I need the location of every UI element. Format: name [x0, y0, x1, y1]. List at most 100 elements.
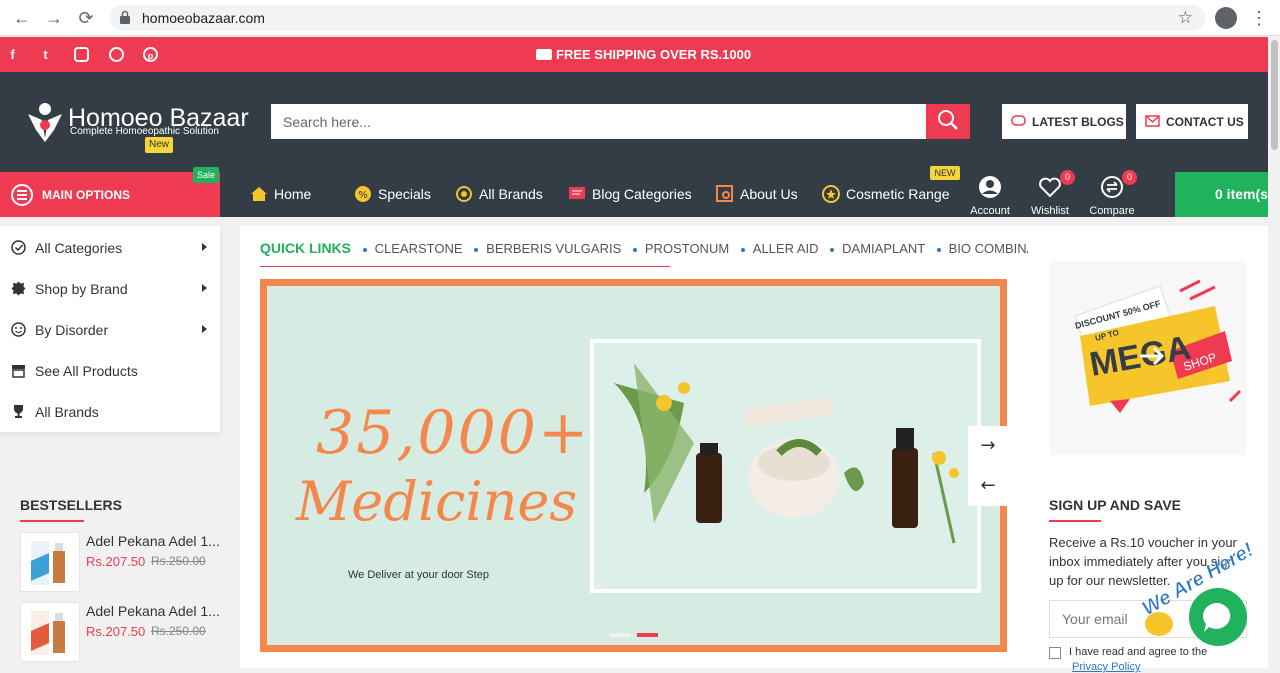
quick-link[interactable]: DAMIAPLANT [842, 241, 925, 256]
search-input[interactable] [271, 104, 926, 139]
dropdown-all-brands[interactable]: All Brands [0, 390, 220, 431]
slider-dot[interactable] [610, 633, 631, 637]
back-arrow-icon[interactable]: ← [12, 8, 32, 28]
dropdown-shop-by-brand[interactable]: Shop by Brand [0, 267, 220, 308]
store-icon [12, 365, 25, 378]
main-options-label: MAIN OPTIONS [42, 188, 131, 202]
blog-icon [569, 187, 585, 199]
quick-link[interactable]: BERBERIS VULGARIS [486, 241, 621, 256]
browser-menu-icon[interactable]: ⋮ [1250, 7, 1268, 29]
slider-prev-button[interactable]: ← [968, 466, 1008, 506]
banner-headline-number: 35,000+ [316, 398, 591, 468]
quick-link[interactable]: CLEARSTONE [375, 241, 463, 256]
mega-shop-promo[interactable]: DISCOUNT 50% OFF UP TO MEGA SHOP [1050, 261, 1246, 455]
cart-button[interactable]: 0 item(s) [1175, 172, 1280, 217]
nav-about-us-label: About Us [740, 186, 798, 202]
account-link[interactable]: Account [960, 175, 1020, 217]
chevron-right-icon [202, 325, 207, 333]
nav-about-us[interactable]: About Us [716, 185, 798, 203]
chevron-right-icon [202, 243, 207, 251]
product-name[interactable]: Adel Pekana Adel 1... [86, 603, 220, 619]
nav-specials[interactable]: % Specials [354, 185, 431, 203]
search-button[interactable] [926, 104, 970, 139]
quick-links-underline [260, 266, 670, 267]
bullet-dot [632, 247, 637, 252]
product-thumbnail[interactable] [20, 532, 80, 592]
herbs-illustration [614, 363, 959, 544]
svg-text:%: % [358, 190, 368, 201]
product-thumbnail[interactable] [20, 602, 80, 662]
check-circle-icon [11, 240, 26, 255]
dropdown-label: Shop by Brand [35, 281, 128, 297]
pinterest-icon[interactable]: p [143, 47, 158, 62]
section-underline [20, 520, 84, 522]
nav-cosmetic-range-label: Cosmetic Range [846, 186, 950, 202]
twitter-icon[interactable]: t [38, 47, 53, 62]
agree-text: I have read and agree to the [1069, 646, 1208, 658]
signup-title: SIGN UP AND SAVE [1049, 497, 1181, 513]
main-options-toggle[interactable]: MAIN OPTIONS [0, 172, 220, 217]
slider-next-button[interactable]: → [968, 426, 1008, 466]
nav-blog-categories-label: Blog Categories [592, 186, 692, 202]
compare-label: Compare [1089, 205, 1135, 217]
latest-blogs-button[interactable]: LATEST BLOGS [1002, 104, 1126, 139]
compare-icon [1101, 176, 1123, 198]
logo-subtitle: Complete Homoeopathic Solution [70, 126, 219, 137]
nav-all-brands[interactable]: All Brands [455, 185, 543, 203]
star-badge-icon [822, 185, 840, 203]
quick-link[interactable]: PROSTONUM [645, 241, 729, 256]
heart-icon [1039, 177, 1061, 198]
slider-dot-active[interactable] [637, 633, 658, 637]
nav-all-brands-label: All Brands [479, 186, 543, 202]
contact-us-button[interactable]: CONTACT US [1136, 104, 1248, 139]
chat-bubble-icon [1011, 115, 1026, 126]
new-badge: New [145, 137, 173, 153]
nav-cosmetic-range[interactable]: Cosmetic Range [822, 185, 950, 203]
dropdown-label: By Disorder [35, 322, 109, 338]
logo-icon[interactable] [24, 100, 66, 142]
chat-widget-button[interactable] [1189, 588, 1247, 646]
whatsapp-icon[interactable] [109, 47, 124, 62]
quick-link[interactable]: ALLER AID [753, 241, 819, 256]
nav-home-label: Home [274, 186, 312, 202]
privacy-policy-link[interactable]: Privacy Policy [1072, 661, 1140, 673]
privacy-agree-checkbox[interactable] [1049, 647, 1061, 659]
search-icon [938, 110, 958, 130]
bullet-dot [830, 247, 835, 252]
product-old-price: Rs.250.00 [151, 624, 206, 638]
nav-blog-categories[interactable]: Blog Categories [568, 185, 692, 203]
compare-count-badge: 0 [1122, 170, 1137, 185]
profile-icon[interactable] [1215, 7, 1237, 29]
dropdown-by-disorder[interactable]: By Disorder [0, 308, 220, 349]
main-options-dropdown: All Categories Shop by Brand By Disorder… [0, 226, 220, 432]
percent-badge-icon: % [355, 186, 371, 202]
dropdown-all-categories[interactable]: All Categories [0, 226, 220, 267]
latest-blogs-label: LATEST BLOGS [1032, 114, 1124, 129]
product-price: Rs.207.50 [86, 554, 146, 569]
forward-arrow-icon[interactable]: → [44, 8, 64, 28]
dropdown-label: See All Products [35, 363, 138, 379]
bullet-dot [740, 247, 745, 252]
product-name[interactable]: Adel Pekana Adel 1... [86, 533, 220, 549]
scrollbar-thumb[interactable] [1271, 40, 1278, 150]
bullet-dot [474, 247, 479, 252]
shipping-text: FREE SHIPPING OVER RS.1000 [556, 47, 752, 62]
address-bar[interactable]: homoeobazaar.com ☆ [110, 5, 1205, 31]
banner-subtitle: We Deliver at your door Step [348, 569, 490, 581]
nav-specials-label: Specials [378, 186, 431, 202]
menu-icon [11, 184, 33, 206]
reload-icon[interactable]: ⟳ [76, 8, 96, 28]
instagram-icon[interactable] [74, 47, 89, 62]
dropdown-label: All Categories [35, 240, 123, 256]
brand-badge-icon [11, 281, 26, 296]
dropdown-see-all-products[interactable]: See All Products [0, 349, 220, 390]
dropdown-label: All Brands [35, 404, 99, 420]
award-icon [456, 186, 472, 202]
banner-headline-text: Medicines [296, 470, 578, 533]
banner-photo [590, 339, 981, 593]
nav-home[interactable]: Home [250, 185, 311, 203]
facebook-icon[interactable]: f [5, 47, 20, 62]
trophy-icon [14, 405, 23, 418]
bookmark-star-icon[interactable]: ☆ [1178, 8, 1193, 28]
contact-us-label: CONTACT US [1166, 114, 1244, 129]
